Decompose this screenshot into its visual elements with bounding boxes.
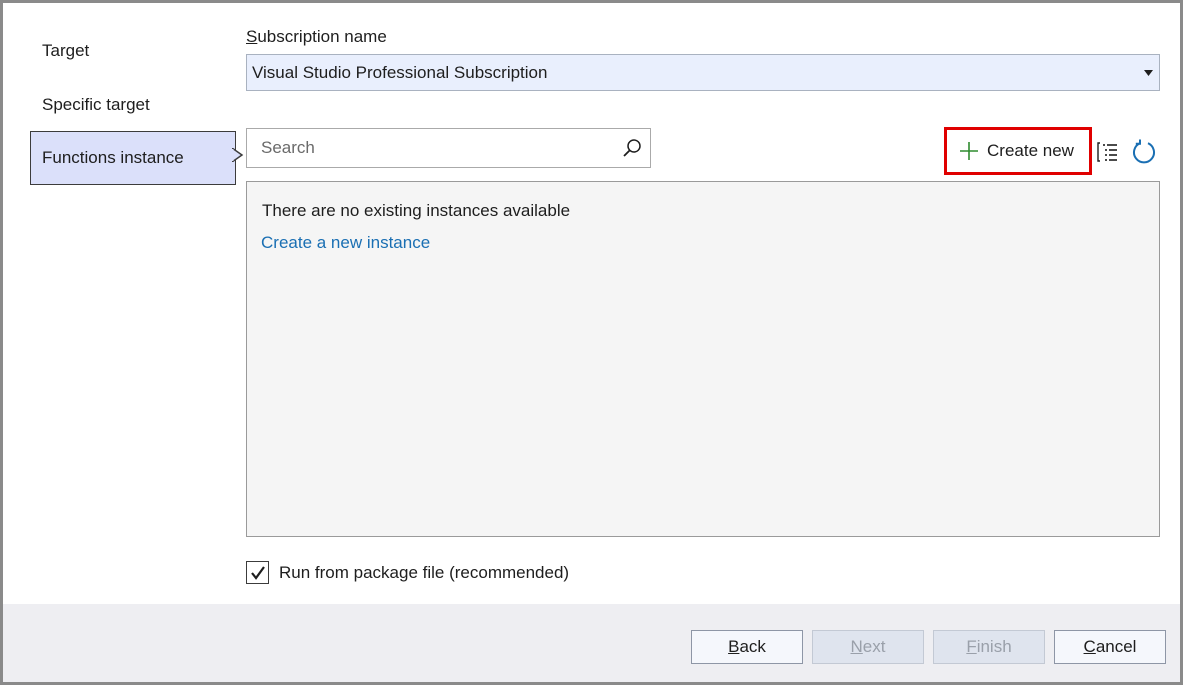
create-instance-link[interactable]: Create a new instance [261, 233, 430, 253]
chevron-down-icon [1144, 70, 1153, 76]
list-view-icon[interactable] [1097, 142, 1119, 162]
instances-list: There are no existing instances availabl… [246, 181, 1160, 537]
back-accel: B [728, 637, 740, 656]
finish-button[interactable]: Finish [933, 630, 1045, 664]
dialog-footer: Back Next Finish Cancel [3, 604, 1180, 682]
run-from-package-checkbox[interactable] [246, 561, 269, 584]
sidebar-item-label: Target [42, 41, 90, 60]
next-button[interactable]: Next [812, 630, 924, 664]
search-box[interactable] [246, 128, 651, 168]
create-new-label: Create new [987, 141, 1074, 160]
publish-dialog: Target Specific target Functions instanc… [0, 0, 1183, 685]
sidebar-item-label: Specific target [42, 95, 150, 114]
run-from-package-label: Run from package file (recommended) [279, 562, 570, 582]
create-new-button[interactable]: Create new [944, 127, 1092, 175]
next-accel: N [850, 637, 863, 656]
cancel-rest: ancel [1095, 637, 1137, 656]
finish-rest: inish [976, 637, 1012, 656]
cancel-button[interactable]: Cancel [1054, 630, 1166, 664]
empty-message: There are no existing instances availabl… [262, 201, 571, 220]
search-input[interactable] [261, 129, 611, 166]
active-pointer-icon [232, 148, 244, 162]
refresh-icon[interactable] [1131, 139, 1157, 165]
subscription-select[interactable]: Visual Studio Professional Subscription [246, 54, 1160, 91]
subscription-value: Visual Studio Professional Subscription [252, 63, 548, 82]
plus-icon [960, 142, 978, 160]
finish-accel: F [966, 637, 977, 656]
subscription-label-rest: ubscription name [257, 27, 387, 46]
sidebar-item-specific-target[interactable]: Specific target [30, 78, 236, 132]
search-icon[interactable] [622, 138, 642, 158]
cancel-accel: C [1083, 637, 1096, 656]
back-button[interactable]: Back [691, 630, 803, 664]
subscription-label-accel: S [246, 27, 258, 46]
subscription-label: Subscription name [246, 27, 387, 47]
sidebar-item-label: Functions instance [42, 148, 184, 167]
back-rest: ack [739, 637, 766, 656]
sidebar-item-target[interactable]: Target [30, 24, 236, 78]
checkmark-icon [250, 565, 265, 580]
run-from-package-option[interactable]: Run from package file (recommended) [246, 561, 569, 584]
next-rest: ext [862, 637, 886, 656]
sidebar-item-functions-instance[interactable]: Functions instance [30, 131, 236, 185]
